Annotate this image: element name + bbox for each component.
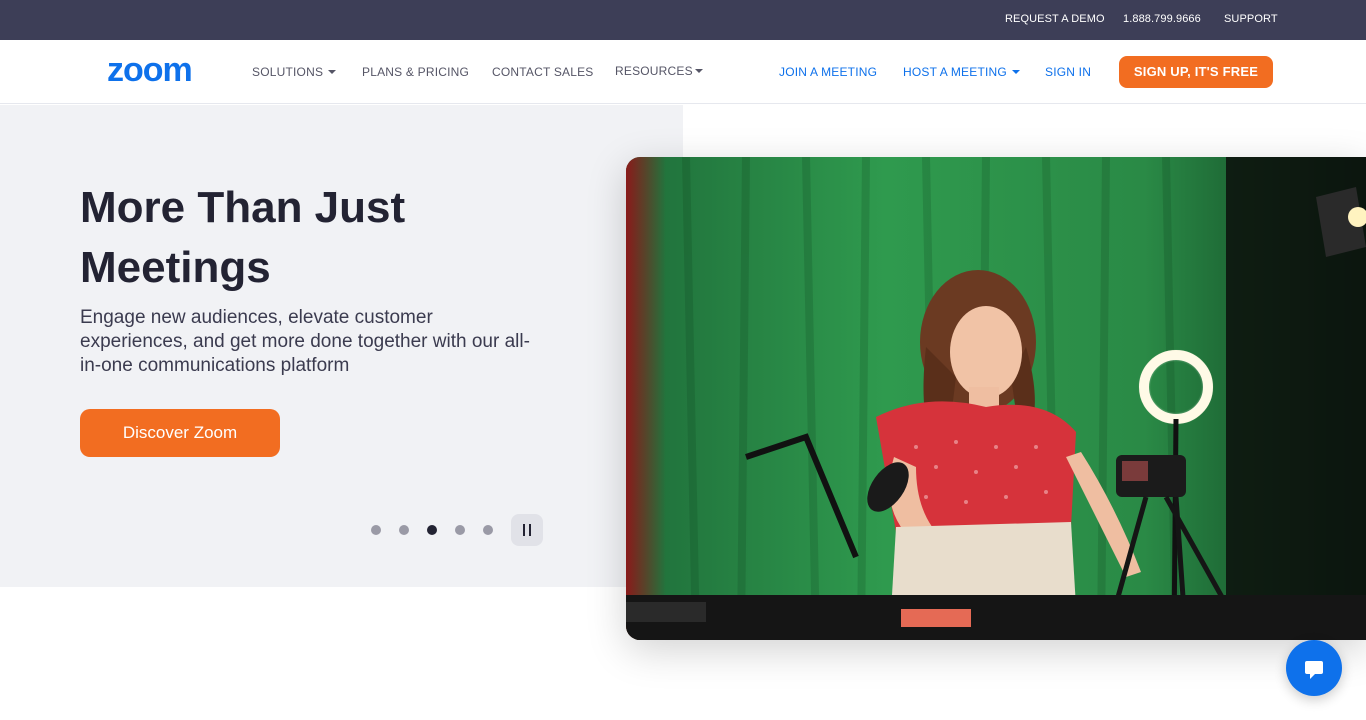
pause-icon [523,524,525,536]
sign-up-button[interactable]: SIGN UP, IT'S FREE [1119,56,1273,88]
carousel-dot-5[interactable] [483,525,493,535]
carousel-dot-4[interactable] [455,525,465,535]
nav-join-meeting[interactable]: JOIN A MEETING [779,65,877,79]
nav-contact-sales[interactable]: CONTACT SALES [492,65,594,79]
carousel-pause-button[interactable] [511,514,543,546]
hero-title: More Than Just Meetings [80,183,406,292]
chevron-down-icon [328,70,337,74]
main-navigation: zoom SOLUTIONS PLANS & PRICING CONTACT S… [0,40,1366,104]
chevron-down-icon [1011,70,1020,74]
hero-subtitle: Engage new audiences, elevate customer e… [80,307,530,376]
support-link[interactable]: SUPPORT [1224,13,1278,25]
nav-plans-pricing[interactable]: PLANS & PRICING [362,65,469,79]
chevron-down-icon [694,69,703,73]
carousel-dot-1[interactable] [371,525,381,535]
carousel-dot-3[interactable] [427,525,437,535]
zoom-logo-mark: zoom [107,51,193,89]
svg-text:zoom: zoom [107,56,192,86]
hero-photo [626,157,1366,640]
hero-photo-illustration [626,157,1366,640]
nav-host-meeting-label: HOST A MEETING [903,65,1007,79]
zoom-logo[interactable]: zoom [107,51,219,89]
nav-resources-label: RESOURCES [615,64,693,78]
chat-button[interactable] [1286,640,1342,696]
carousel-dot-2[interactable] [399,525,409,535]
nav-solutions[interactable]: SOLUTIONS [252,65,337,79]
phone-link[interactable]: 1.888.799.9666 [1123,13,1201,25]
chat-bubble-icon [1305,661,1323,679]
nav-resources[interactable]: RESOURCES [615,64,703,78]
utility-bar: REQUEST A DEMO 1.888.799.9666 SUPPORT [0,0,1366,40]
discover-zoom-button[interactable]: Discover Zoom [80,409,280,457]
pause-icon-bar [529,524,531,536]
nav-sign-in[interactable]: SIGN IN [1045,65,1091,79]
request-demo-link[interactable]: REQUEST A DEMO [1005,13,1105,25]
nav-host-meeting[interactable]: HOST A MEETING [903,65,1020,79]
nav-solutions-label: SOLUTIONS [252,65,324,79]
